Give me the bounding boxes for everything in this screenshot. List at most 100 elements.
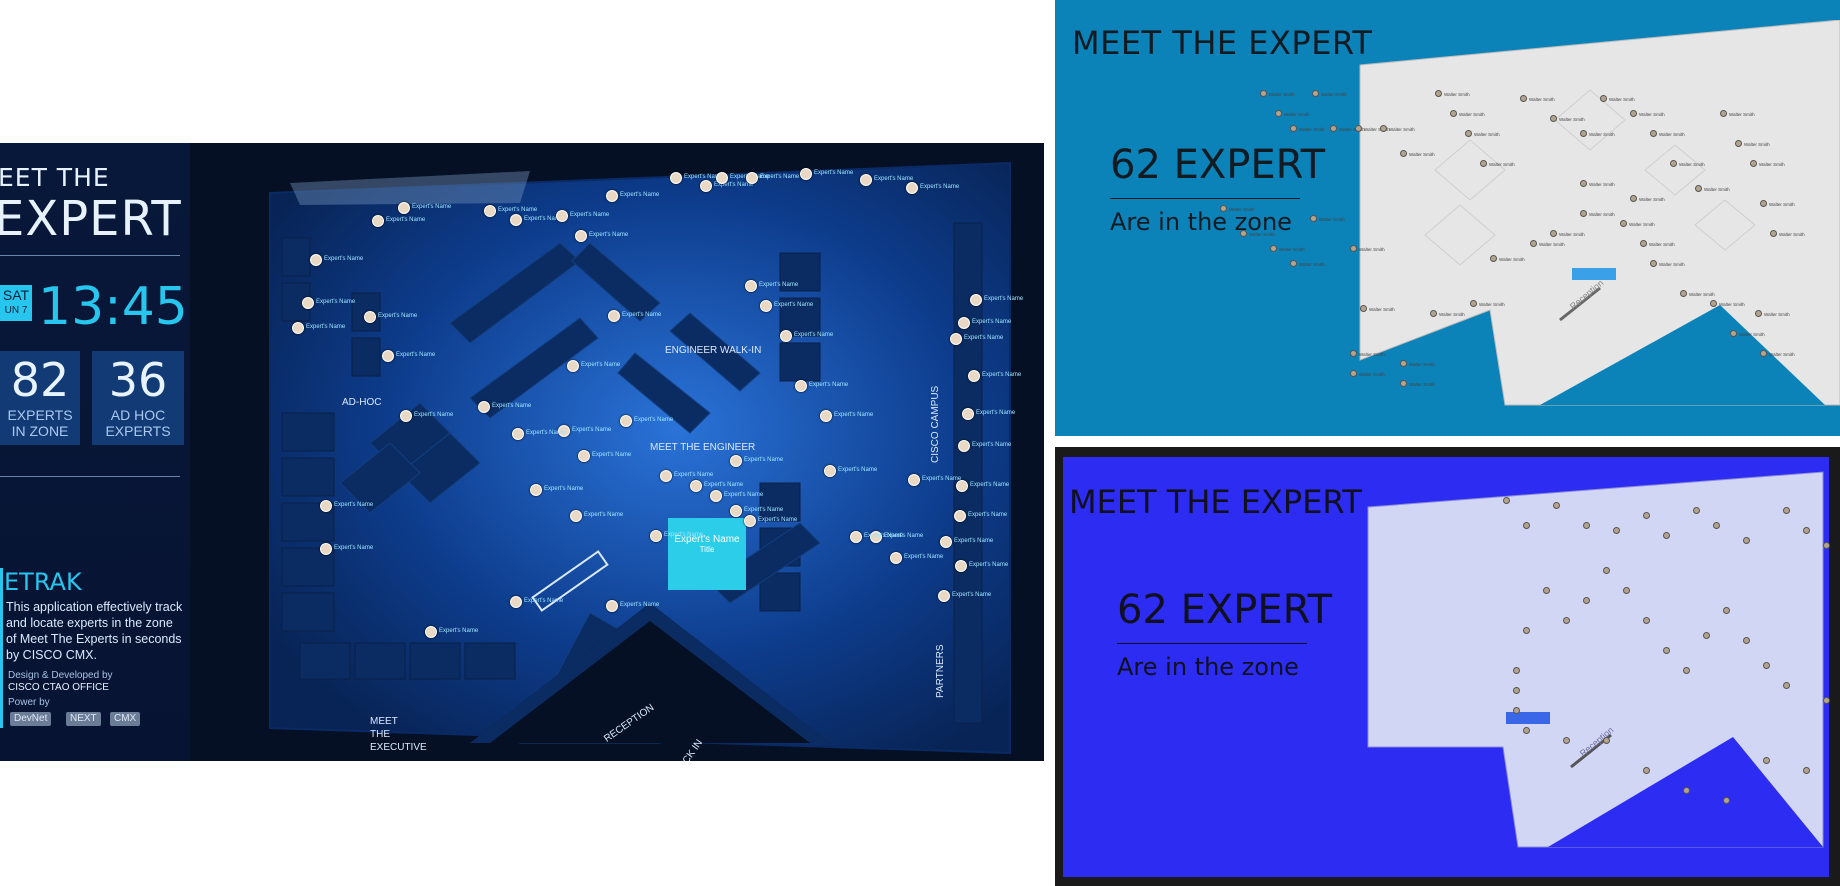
- expert-avatar-pin[interactable]: [372, 215, 384, 227]
- expert-avatar-pin[interactable]: [650, 530, 662, 542]
- expert-avatar-pin[interactable]: [1240, 230, 1247, 237]
- expert-avatar-pin[interactable]: [620, 415, 632, 427]
- expert-avatar-pin[interactable]: [1312, 90, 1319, 97]
- expert-avatar-pin[interactable]: [1695, 185, 1702, 192]
- expert-avatar-pin[interactable]: [716, 172, 728, 184]
- expert-avatar-pin[interactable]: [1723, 797, 1730, 804]
- expert-avatar-pin[interactable]: [398, 202, 410, 214]
- expert-avatar-pin[interactable]: [1743, 537, 1750, 544]
- selected-expert-tag[interactable]: [1572, 268, 1616, 280]
- expert-avatar-pin[interactable]: [1310, 215, 1317, 222]
- expert-avatar-pin[interactable]: [1523, 727, 1530, 734]
- expert-avatar-pin[interactable]: [1290, 260, 1297, 267]
- expert-avatar-pin[interactable]: [364, 311, 376, 323]
- expert-avatar-pin[interactable]: [730, 455, 742, 467]
- expert-avatar-pin[interactable]: [302, 297, 314, 309]
- expert-avatar-pin[interactable]: [1650, 130, 1657, 137]
- expert-avatar-pin[interactable]: [1400, 380, 1407, 387]
- expert-avatar-pin[interactable]: [1713, 522, 1720, 529]
- expert-avatar-pin[interactable]: [1450, 110, 1457, 117]
- expert-avatar-pin[interactable]: [1643, 512, 1650, 519]
- expert-avatar-pin[interactable]: [1543, 587, 1550, 594]
- expert-avatar-pin[interactable]: [1513, 667, 1520, 674]
- expert-avatar-pin[interactable]: [1630, 110, 1637, 117]
- expert-avatar-pin[interactable]: [320, 500, 332, 512]
- expert-avatar-pin[interactable]: [1683, 787, 1690, 794]
- expert-avatar-pin[interactable]: [1750, 160, 1757, 167]
- expert-avatar-pin[interactable]: [1803, 767, 1810, 774]
- expert-avatar-pin[interactable]: [1350, 245, 1357, 252]
- expert-avatar-pin[interactable]: [962, 408, 974, 420]
- expert-avatar-pin[interactable]: [1580, 180, 1587, 187]
- expert-avatar-pin[interactable]: [512, 428, 524, 440]
- expert-avatar-pin[interactable]: [425, 626, 437, 638]
- expert-avatar-pin[interactable]: [1760, 350, 1767, 357]
- expert-avatar-pin[interactable]: [1710, 300, 1717, 307]
- expert-avatar-pin[interactable]: [606, 600, 618, 612]
- expert-avatar-pin[interactable]: [1400, 360, 1407, 367]
- expert-avatar-pin[interactable]: [1663, 532, 1670, 539]
- expert-avatar-pin[interactable]: [578, 450, 590, 462]
- expert-avatar-pin[interactable]: [950, 333, 962, 345]
- expert-avatar-pin[interactable]: [1743, 637, 1750, 644]
- expert-avatar-pin[interactable]: [1783, 507, 1790, 514]
- expert-avatar-pin[interactable]: [530, 484, 542, 496]
- expert-avatar-pin[interactable]: [1563, 617, 1570, 624]
- expert-avatar-pin[interactable]: [1723, 607, 1730, 614]
- expert-avatar-pin[interactable]: [1630, 195, 1637, 202]
- expert-avatar-pin[interactable]: [567, 360, 579, 372]
- expert-avatar-pin[interactable]: [1683, 667, 1690, 674]
- expert-avatar-pin[interactable]: [382, 350, 394, 362]
- expert-avatar-pin[interactable]: [1520, 95, 1527, 102]
- expert-avatar-pin[interactable]: [710, 490, 722, 502]
- expert-avatar-pin[interactable]: [1400, 150, 1407, 157]
- expert-avatar-pin[interactable]: [1583, 522, 1590, 529]
- expert-avatar-pin[interactable]: [1650, 260, 1657, 267]
- expert-avatar-pin[interactable]: [730, 505, 742, 517]
- expert-avatar-pin[interactable]: [1563, 737, 1570, 744]
- expert-avatar-pin[interactable]: [575, 230, 587, 242]
- expert-avatar-pin[interactable]: [1530, 240, 1537, 247]
- expert-avatar-pin[interactable]: [1603, 567, 1610, 574]
- expert-avatar-pin[interactable]: [970, 294, 982, 306]
- expert-avatar-pin[interactable]: [400, 410, 412, 422]
- expert-avatar-pin[interactable]: [1603, 737, 1610, 744]
- expert-avatar-pin[interactable]: [310, 254, 322, 266]
- expert-avatar-pin[interactable]: [744, 515, 756, 527]
- expert-avatar-pin[interactable]: [1513, 687, 1520, 694]
- expert-avatar-pin[interactable]: [1470, 300, 1477, 307]
- expert-avatar-pin[interactable]: [1260, 90, 1267, 97]
- expert-avatar-pin[interactable]: [1720, 110, 1727, 117]
- expert-avatar-pin[interactable]: [1523, 522, 1530, 529]
- expert-avatar-pin[interactable]: [478, 401, 490, 413]
- expert-avatar-pin[interactable]: [1620, 220, 1627, 227]
- expert-avatar-pin[interactable]: [1435, 90, 1442, 97]
- expert-avatar-pin[interactable]: [1803, 527, 1810, 534]
- expert-avatar-pin[interactable]: [320, 543, 332, 555]
- expert-avatar-pin[interactable]: [1735, 140, 1742, 147]
- expert-avatar-pin[interactable]: [1755, 310, 1762, 317]
- expert-avatar-pin[interactable]: [1583, 597, 1590, 604]
- expert-avatar-pin[interactable]: [906, 182, 918, 194]
- expert-avatar-pin[interactable]: [1350, 350, 1357, 357]
- expert-avatar-pin[interactable]: [1275, 110, 1282, 117]
- expert-avatar-pin[interactable]: [1550, 115, 1557, 122]
- expert-avatar-pin[interactable]: [1670, 160, 1677, 167]
- expert-avatar-pin[interactable]: [1643, 767, 1650, 774]
- expert-avatar-pin[interactable]: [1600, 95, 1607, 102]
- expert-avatar-pin[interactable]: [908, 474, 920, 486]
- expert-avatar-pin[interactable]: [1783, 682, 1790, 689]
- expert-avatar-pin[interactable]: [820, 410, 832, 422]
- expert-avatar-pin[interactable]: [1553, 502, 1560, 509]
- expert-avatar-pin[interactable]: [958, 440, 970, 452]
- expert-avatar-pin[interactable]: [1823, 697, 1830, 704]
- expert-avatar-pin[interactable]: [1220, 205, 1227, 212]
- expert-avatar-pin[interactable]: [1350, 370, 1357, 377]
- expert-avatar-pin[interactable]: [1693, 507, 1700, 514]
- expert-avatar-pin[interactable]: [958, 317, 970, 329]
- expert-avatar-pin[interactable]: [1763, 757, 1770, 764]
- expert-avatar-pin[interactable]: [746, 172, 758, 184]
- expert-avatar-pin[interactable]: [510, 596, 522, 608]
- expert-avatar-pin[interactable]: [1330, 125, 1337, 132]
- expert-avatar-pin[interactable]: [1490, 255, 1497, 262]
